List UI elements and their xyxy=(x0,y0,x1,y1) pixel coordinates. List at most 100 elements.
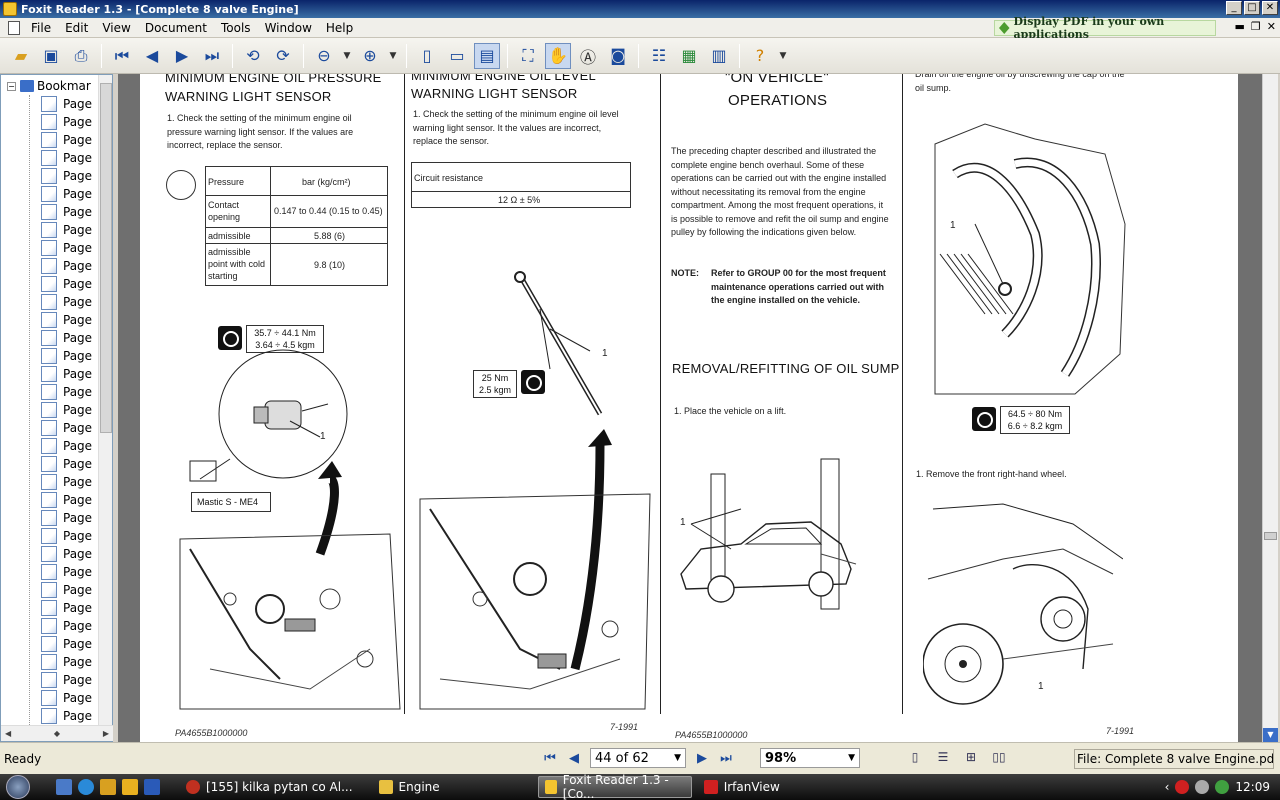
bookmark-page-item[interactable]: Page xyxy=(41,203,92,221)
single-page-icon[interactable]: ▯ xyxy=(905,750,925,768)
menu-window[interactable]: Window xyxy=(258,21,319,35)
print-icon[interactable]: ⎙ xyxy=(68,43,94,69)
bookmark-page-item[interactable]: Page xyxy=(41,707,92,725)
bookmark-page-item[interactable]: Page xyxy=(41,311,92,329)
zoom-out-icon[interactable]: ⊖ xyxy=(311,43,337,69)
bookmark-page-item[interactable]: Page xyxy=(41,545,92,563)
snapshot-icon[interactable]: ◙ xyxy=(605,43,631,69)
collapse-icon[interactable]: − xyxy=(7,81,16,91)
help-icon[interactable]: ? xyxy=(747,43,773,69)
bookmark-page-item[interactable]: Page xyxy=(41,599,92,617)
close-button[interactable]: ✕ xyxy=(1262,1,1278,15)
bookmark-page-item[interactable]: Page xyxy=(41,293,92,311)
bookmark-page-item[interactable]: Page xyxy=(41,131,92,149)
bookmark-page-item[interactable]: Page xyxy=(41,635,92,653)
bookmark-page-item[interactable]: Page xyxy=(41,149,92,167)
bookmark-page-item[interactable]: Page xyxy=(41,347,92,365)
start-button[interactable] xyxy=(0,774,36,800)
menu-view[interactable]: View xyxy=(95,21,137,35)
bookmark-page-item[interactable]: Page xyxy=(41,401,92,419)
minimize-button[interactable]: _ xyxy=(1226,1,1242,15)
bookmark-page-item[interactable]: Page xyxy=(41,275,92,293)
rotate-left-icon[interactable]: ⟲ xyxy=(240,43,266,69)
bookmark-page-item[interactable]: Page xyxy=(41,455,92,473)
bookmarks-vscrollbar[interactable] xyxy=(98,75,112,725)
bookmark-page-item[interactable]: Page xyxy=(41,563,92,581)
bookmark-page-item[interactable]: Page xyxy=(41,257,92,275)
tray-antivirus-icon[interactable] xyxy=(1175,780,1190,794)
tray-volume-icon[interactable] xyxy=(1195,780,1210,794)
last-page-icon[interactable]: ⏭ xyxy=(716,748,736,768)
bookmark-page-item[interactable]: Page xyxy=(41,329,92,347)
menu-document[interactable]: Document xyxy=(138,21,214,35)
bookmark-page-item[interactable]: Page xyxy=(41,185,92,203)
rotate-right-icon[interactable]: ⟳ xyxy=(270,43,296,69)
scroll-down-icon[interactable]: ▼ xyxy=(1263,728,1278,742)
menu-file[interactable]: File xyxy=(24,21,58,35)
select-text-icon[interactable]: Ⓐ xyxy=(575,43,601,69)
thumbnail-icon[interactable]: ▦ xyxy=(676,43,702,69)
show-desktop-icon[interactable] xyxy=(56,779,72,795)
document-view[interactable]: MINIMUM ENGINE OIL PRESSURE WARNING LIGH… xyxy=(118,74,1262,742)
task-engine-folder[interactable]: Engine xyxy=(373,776,446,798)
promo-banner[interactable]: Display PDF in your own applications xyxy=(994,15,1216,41)
open-icon[interactable]: ▰ xyxy=(8,43,34,69)
bookmark-page-item[interactable]: Page xyxy=(41,491,92,509)
task-irfanview[interactable]: IrfanView xyxy=(698,776,786,798)
scroll-thumb[interactable] xyxy=(1264,532,1277,540)
menu-help[interactable]: Help xyxy=(319,21,360,35)
bookmark-page-item[interactable]: Page xyxy=(41,239,92,257)
bookmark-page-item[interactable]: Page xyxy=(41,437,92,455)
page-dropdown-icon[interactable]: ▼ xyxy=(674,753,681,763)
tray-expand-icon[interactable]: ‹ xyxy=(1165,780,1170,794)
bookmark-page-item[interactable]: Page xyxy=(41,671,92,689)
layers-icon[interactable]: ▥ xyxy=(706,43,732,69)
bookmark-panel-icon[interactable]: ☷ xyxy=(646,43,672,69)
bookmarks-hscrollbar[interactable]: ◀ ◆ ▶ xyxy=(1,725,113,741)
zoom-in-dropdown-icon[interactable]: ▼ xyxy=(387,43,399,69)
last-page-icon[interactable]: ⏭ xyxy=(199,43,225,69)
maximize-button[interactable]: □ xyxy=(1244,1,1260,15)
next-page-icon[interactable]: ▶ xyxy=(692,748,712,768)
doc-minimize-button[interactable]: ▬ xyxy=(1235,20,1245,33)
facing-icon[interactable]: ⊞ xyxy=(961,750,981,768)
word-icon[interactable] xyxy=(144,779,160,795)
fit-page-icon[interactable]: ▭ xyxy=(444,43,470,69)
bookmark-page-item[interactable]: Page xyxy=(41,689,92,707)
first-page-icon[interactable]: ⏮ xyxy=(109,43,135,69)
clock-app-icon[interactable] xyxy=(122,779,138,795)
zoom-out-dropdown-icon[interactable]: ▼ xyxy=(341,43,353,69)
bookmark-page-item[interactable]: Page xyxy=(41,509,92,527)
bookmark-page-item[interactable]: Page xyxy=(41,581,92,599)
tray-network-icon[interactable] xyxy=(1215,780,1230,794)
bookmark-page-item[interactable]: Page xyxy=(41,221,92,239)
hand-icon[interactable]: ✋ xyxy=(545,42,571,69)
task-foxit-reader[interactable]: Foxit Reader 1.3 - [Co... xyxy=(537,773,692,800)
continuous-facing-icon[interactable]: ▯▯ xyxy=(989,750,1009,768)
help-dropdown-icon[interactable]: ▼ xyxy=(777,43,789,69)
bookmark-page-item[interactable]: Page xyxy=(41,473,92,491)
document-vscrollbar[interactable]: ▼ xyxy=(1262,74,1278,742)
bookmark-page-item[interactable]: Page xyxy=(41,383,92,401)
bookmark-page-item[interactable]: Page xyxy=(41,113,92,131)
doc-close-button[interactable]: ✕ xyxy=(1267,20,1276,33)
save-icon[interactable]: ▣ xyxy=(38,43,64,69)
first-page-icon[interactable]: ⏮ xyxy=(540,748,560,768)
document-icon[interactable] xyxy=(8,20,20,35)
fit-width-icon[interactable]: ▤ xyxy=(474,42,500,69)
prev-page-icon[interactable]: ◀ xyxy=(564,748,584,768)
bookmark-page-item[interactable]: Page xyxy=(41,419,92,437)
task-opera[interactable]: [155] kilka pytan co Al... xyxy=(180,776,359,798)
bookmark-page-item[interactable]: Page xyxy=(41,95,92,113)
bookmark-page-item[interactable]: Page xyxy=(41,527,92,545)
bookmark-page-item[interactable]: Page xyxy=(41,167,92,185)
doc-restore-button[interactable]: ❐ xyxy=(1251,20,1261,33)
bookmark-page-item[interactable]: Page xyxy=(41,365,92,383)
menu-edit[interactable]: Edit xyxy=(58,21,95,35)
page-number-field[interactable]: 44 of 62 ▼ xyxy=(590,748,686,768)
bookmark-page-item[interactable]: Page xyxy=(41,653,92,671)
internet-explorer-icon[interactable] xyxy=(78,779,94,795)
bookmark-page-item[interactable]: Page xyxy=(41,617,92,635)
prev-page-icon[interactable]: ◀ xyxy=(139,43,165,69)
continuous-icon[interactable]: ☰ xyxy=(933,750,953,768)
